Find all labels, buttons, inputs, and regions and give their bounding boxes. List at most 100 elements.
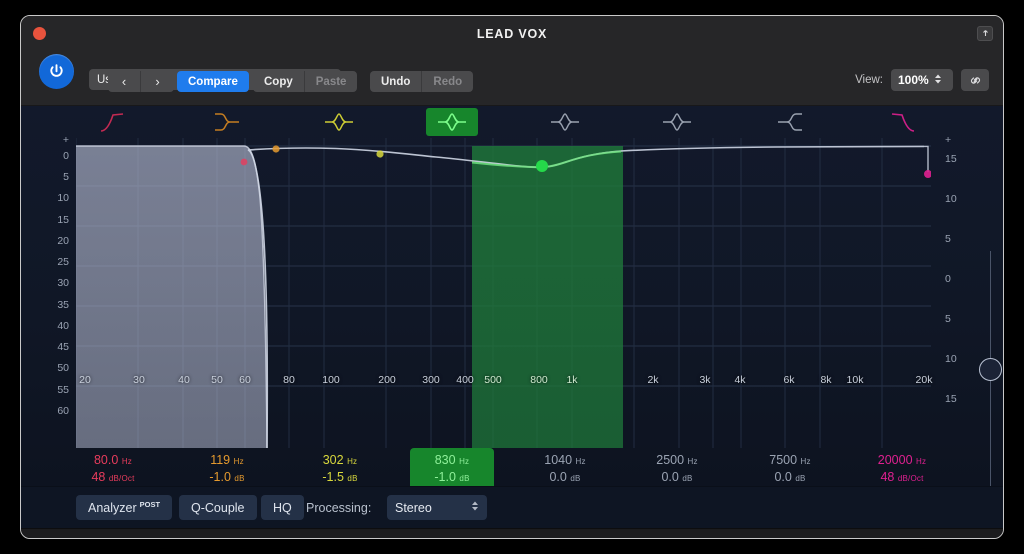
analyzer-mode-badge: POST (139, 500, 161, 509)
view-label: View: (855, 74, 883, 86)
gain-knob-icon[interactable] (979, 358, 1002, 381)
band-6-gain[interactable]: 0.0 dB (661, 470, 692, 485)
freq-tick: 800 (530, 374, 548, 386)
view-zoom-stepper[interactable]: 100% (891, 69, 953, 91)
band-1-frequency[interactable]: 80.0 Hz (94, 454, 132, 468)
freq-tick: 20k (915, 374, 933, 386)
freq-tick: 60 (239, 374, 251, 386)
expand-icon[interactable] (977, 26, 993, 41)
freq-tick: 500 (484, 374, 502, 386)
close-icon[interactable] (33, 27, 46, 40)
y-left-tick: 30 (57, 277, 69, 289)
band-1-control-point (240, 158, 248, 166)
freq-tick: 2k (647, 374, 659, 386)
band-8-gain[interactable]: 48 dB/Oct (880, 470, 923, 485)
y-left-tick: 25 (57, 256, 69, 268)
undo-redo-group: Undo Redo (370, 71, 474, 92)
band-5-type-bell-filter-icon[interactable] (539, 108, 591, 136)
freq-tick: 30 (133, 374, 145, 386)
band-1-type-highpass-filter-icon[interactable] (87, 108, 139, 136)
y-left-tick: 10 (57, 192, 69, 204)
band-5-frequency[interactable]: 1040 Hz (544, 454, 585, 468)
stepper-updown-icon (934, 73, 942, 88)
y-right-plus: + (945, 134, 952, 146)
band-7-gain[interactable]: 0.0 dB (774, 470, 805, 485)
gain-db-axis-right: + 15 10 5 0 5 10 15 (929, 134, 1003, 486)
band-4-gain[interactable]: -1.0 dB (434, 470, 469, 485)
paste-button[interactable]: Paste (304, 71, 358, 92)
y-left-tick: 40 (57, 320, 69, 332)
band-8-type-lowpass-filter-icon[interactable] (876, 108, 928, 136)
band-3-control-point (376, 150, 384, 158)
y-left-tick: 5 (63, 171, 69, 183)
eq-display-panel[interactable]: + 0 5 10 15 20 25 30 35 40 45 50 55 60 +… (21, 106, 1003, 536)
freq-tick: 8k (820, 374, 832, 386)
freq-tick: 200 (378, 374, 396, 386)
y-right-tick: 15 (945, 153, 957, 165)
bottom-control-bar: Analyzer POST Q-Couple HQ Processing: Ste… (21, 486, 1003, 528)
eq-curve-graph[interactable] (76, 138, 931, 448)
freq-tick: 3k (699, 374, 711, 386)
band-5-gain[interactable]: 0.0 dB (549, 470, 580, 485)
page-title: LEAD VOX (476, 26, 548, 41)
next-preset-button[interactable]: › (141, 71, 174, 92)
link-icon[interactable] (961, 69, 989, 91)
redo-button[interactable]: Redo (422, 71, 474, 92)
y-left-tick: 0 (63, 150, 69, 162)
y-left-tick: 35 (57, 299, 69, 311)
band-8-control-point (924, 170, 931, 178)
band-7-frequency[interactable]: 7500 Hz (769, 454, 810, 468)
band-6-type-bell-filter-icon[interactable] (651, 108, 703, 136)
y-right-tick: 10 (945, 193, 957, 205)
q-couple-button[interactable]: Q-Couple (179, 495, 257, 520)
hq-button[interactable]: HQ (261, 495, 304, 520)
toolbar: User Default ‹ › Compare Copy Paste Undo… (21, 51, 1003, 106)
copy-button[interactable]: Copy (253, 71, 305, 92)
undo-button[interactable]: Undo (370, 71, 423, 92)
band-6-frequency[interactable]: 2500 Hz (656, 454, 697, 468)
view-controls: View: 100% (855, 69, 989, 91)
freq-tick: 10k (846, 374, 864, 386)
processing-value: Stereo (395, 500, 432, 515)
freq-tick: 1k (566, 374, 578, 386)
freq-tick: 300 (422, 374, 440, 386)
compare-group: Compare (177, 71, 249, 92)
y-right-tick: 10 (945, 353, 957, 365)
preset-nav-group: ‹ › (108, 71, 174, 92)
band-3-type-bell-filter-icon[interactable] (313, 108, 365, 136)
band-4-control-point (536, 160, 548, 172)
freq-tick: 40 (178, 374, 190, 386)
band-7-type-high-shelf-filter-icon[interactable] (764, 108, 816, 136)
y-right-tick: 5 (945, 313, 951, 325)
freq-tick: 80 (283, 374, 295, 386)
analyzer-db-axis-left: + 0 5 10 15 20 25 30 35 40 45 50 55 60 (21, 134, 76, 486)
band-3-frequency[interactable]: 302 Hz (323, 454, 358, 468)
band-4-frequency[interactable]: 830 Hz (435, 454, 470, 468)
band-3-gain[interactable]: -1.5 dB (322, 470, 357, 485)
compare-button[interactable]: Compare (177, 71, 249, 92)
analyzer-label: Analyzer (88, 500, 137, 515)
band-2-control-point (272, 145, 280, 153)
footer-bar: Channel EQ (21, 528, 1003, 538)
band-1-gain[interactable]: 48 dB/Oct (91, 470, 134, 485)
band-2-gain[interactable]: -1.0 dB (209, 470, 244, 485)
power-icon[interactable] (39, 54, 74, 89)
freq-tick: 6k (783, 374, 795, 386)
band-4-type-bell-filter-icon[interactable] (426, 108, 478, 136)
analyzer-button[interactable]: Analyzer POST (76, 495, 173, 520)
processing-select[interactable]: Stereo (387, 495, 487, 520)
y-left-tick: 55 (57, 384, 69, 396)
y-left-tick: 50 (57, 362, 69, 374)
freq-tick: 100 (322, 374, 340, 386)
band-8-frequency[interactable]: 20000 Hz (878, 454, 926, 468)
prev-preset-button[interactable]: ‹ (108, 71, 141, 92)
band-2-frequency[interactable]: 119 Hz (210, 454, 244, 468)
view-zoom-value: 100% (898, 73, 929, 87)
y-left-plus: + (62, 134, 69, 146)
band-2-type-low-shelf-filter-icon[interactable] (201, 108, 253, 136)
freq-tick: 4k (734, 374, 746, 386)
stepper-updown-icon (471, 500, 479, 515)
freq-tick: 400 (456, 374, 474, 386)
freq-tick: 20 (79, 374, 91, 386)
y-left-tick: 20 (57, 235, 69, 247)
